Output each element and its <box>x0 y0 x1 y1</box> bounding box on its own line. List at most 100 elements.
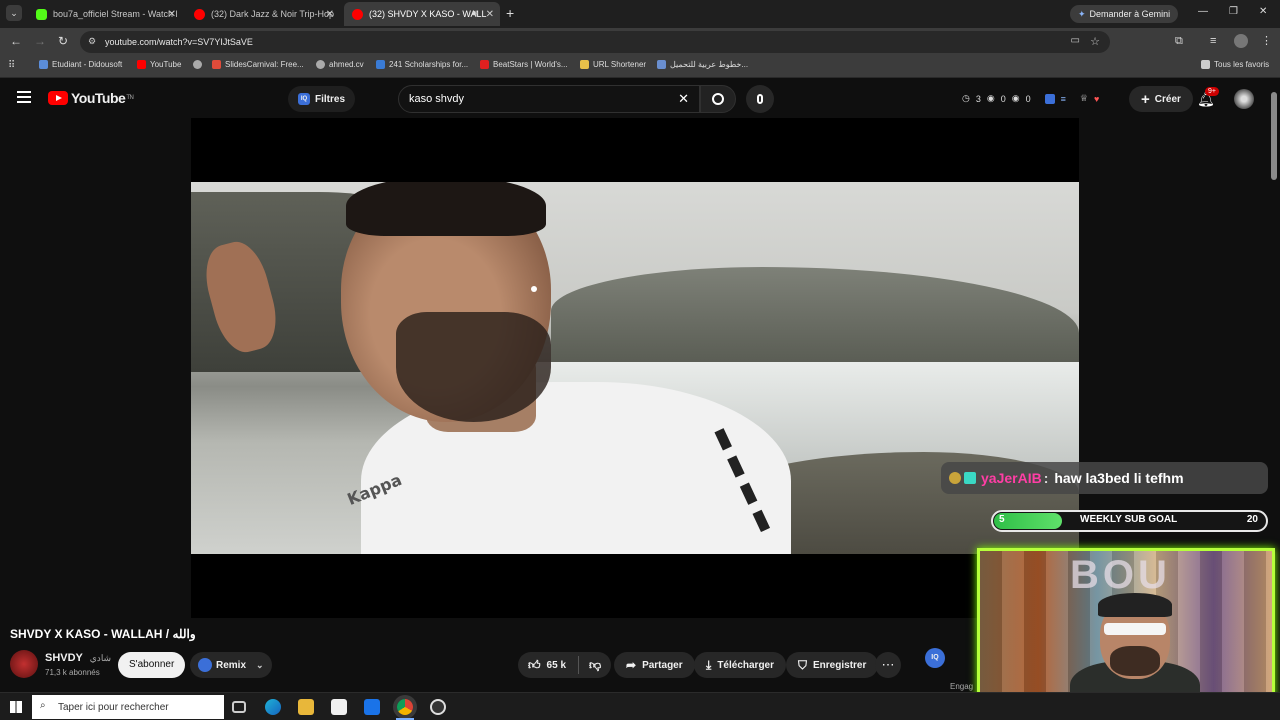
thumbs-down-icon[interactable]: 👎︎ <box>589 658 601 673</box>
side-panel-iq-icon[interactable]: IQ <box>925 648 945 668</box>
globe-icon <box>316 60 325 69</box>
edge-icon[interactable] <box>265 699 281 715</box>
like-button[interactable]: 👍︎ 65 k 👎︎ <box>518 652 612 678</box>
more-actions-button[interactable]: ⋯ <box>875 652 901 678</box>
bookmark-didousoft[interactable]: Etudiant - Didousoft <box>39 60 122 69</box>
address-bar-row: ← → ↻ ⚙ youtube.com/watch?v=SV7YIJtSaVE … <box>0 28 1280 56</box>
browser-tab-active[interactable]: (32) SHVDY X KASO - WALL 🔊︎ ✕ <box>344 2 500 26</box>
notification-badge: 9+ <box>1205 87 1219 96</box>
logo-country: TN <box>126 95 134 101</box>
bookmark-icon: ⛉ <box>798 657 808 672</box>
remix-button[interactable]: Remix ⌄ <box>190 652 272 678</box>
like-dislike-divider <box>578 656 580 674</box>
beatstars-icon <box>480 60 489 69</box>
search-input[interactable]: kaso shvdy ✕ <box>398 85 700 113</box>
speaker-icon[interactable]: 🔊︎ <box>472 8 478 19</box>
obs-icon[interactable] <box>430 699 446 715</box>
account-avatar[interactable] <box>1234 89 1254 109</box>
plus-icon: + <box>1141 90 1150 108</box>
download-button[interactable]: ⤓ Télécharger <box>694 652 787 678</box>
profile-avatar-icon[interactable] <box>1234 34 1248 48</box>
bookmark-label: Etudiant - Didousoft <box>52 60 123 69</box>
channel-name[interactable]: SHVDY شادي <box>45 652 111 664</box>
stat-value: 0 <box>1000 93 1006 104</box>
forward-icon[interactable]: → <box>34 34 46 48</box>
gemini-button[interactable]: ✦ Demander à Gemini <box>1070 5 1179 23</box>
sub-goal-bar: 5 WEEKLY SUB GOAL 20 <box>991 510 1268 532</box>
apps-grid-icon[interactable]: ⠿ <box>8 60 15 71</box>
video-frame: Kappa <box>191 182 1079 554</box>
taskbar-search-input[interactable]: ⌕ Taper ici pour rechercher <box>32 695 224 719</box>
close-window-icon[interactable]: ✕ <box>1259 6 1267 17</box>
mail-icon[interactable] <box>364 699 380 715</box>
search-button[interactable] <box>700 85 736 113</box>
cast-icon[interactable]: ▭ <box>1071 35 1080 46</box>
video-player[interactable]: Kappa <box>191 118 1079 618</box>
folder-icon <box>1201 60 1210 69</box>
extension-stats[interactable]: ◷ 3 ◉ 0 ◉ 0 ≡ ♕ ♥ <box>962 93 1099 104</box>
reload-icon[interactable]: ↻ <box>58 34 68 48</box>
browser-tab-bar: ⌄ bou7a_officiel Stream - Watch l ✕ (32)… <box>0 0 1280 28</box>
extensions-icon[interactable]: ⧉ <box>1175 35 1183 48</box>
store-icon[interactable] <box>331 699 347 715</box>
channel-avatar[interactable] <box>10 650 38 678</box>
goal-target: 20 <box>1246 514 1258 525</box>
subscribe-button[interactable]: S'abonner <box>118 652 186 678</box>
bookmark-scholarships[interactable]: 241 Scholarships for... <box>376 60 468 69</box>
microphone-icon <box>757 94 763 104</box>
task-view-icon[interactable] <box>232 701 246 713</box>
file-explorer-icon[interactable] <box>298 699 314 715</box>
windows-start-icon[interactable] <box>10 701 22 713</box>
close-tab-icon[interactable]: ✕ <box>326 9 334 20</box>
browser-menu-icon[interactable]: ⋮ <box>1261 34 1272 47</box>
bookmark-arabic-fonts[interactable]: خطوط عربية للتحميل... <box>657 60 748 69</box>
media-controls-icon[interactable]: ≡ <box>1210 35 1216 47</box>
bookmark-slidescarnival[interactable]: SlidesCarnival: Free... <box>193 60 304 69</box>
search-icon: ⌕ <box>40 700 46 711</box>
new-tab-icon[interactable]: + <box>506 5 514 21</box>
bookmark-ahmed[interactable]: ahmed.cv <box>316 60 364 69</box>
channel-name-text: SHVDY <box>45 652 83 664</box>
filters-label: Filtres <box>315 93 346 105</box>
iq-icon: IQ <box>298 93 310 105</box>
bookmark-label: URL Shortener <box>593 60 647 69</box>
share-button[interactable]: ➦ Partager <box>614 652 695 678</box>
chevron-down-icon[interactable]: ⌄ <box>256 660 264 671</box>
save-button[interactable]: ⛉ Enregistrer <box>786 652 879 678</box>
bookmark-folder-url[interactable]: URL Shortener <box>580 60 646 69</box>
close-tab-icon[interactable]: ✕ <box>168 9 176 20</box>
notifications-button[interactable]: 🔔︎ 9+ <box>1197 87 1219 108</box>
chrome-icon[interactable] <box>397 699 413 715</box>
tab-search-menu-icon[interactable]: ⌄ <box>6 5 22 21</box>
browser-tab-jazz[interactable]: (32) Dark Jazz & Noir Trip-Hop ✕ <box>186 2 340 26</box>
trophy-icon: ♕ <box>1079 93 1088 103</box>
url-field[interactable]: ⚙ youtube.com/watch?v=SV7YIJtSaVE ▭ ☆ <box>80 31 1110 53</box>
back-icon[interactable]: ← <box>10 34 22 48</box>
chat-username: yaJerAIB <box>981 470 1042 486</box>
page-scrollbar[interactable] <box>1271 92 1277 180</box>
create-button[interactable]: + Créer <box>1129 86 1193 112</box>
gemini-label: Demander à Gemini <box>1089 9 1171 19</box>
chat-badge-icon <box>949 472 961 484</box>
filters-button[interactable]: IQ Filtres <box>288 86 356 112</box>
restore-icon[interactable]: ❐ <box>1229 6 1238 17</box>
person-hair <box>346 182 546 236</box>
site-info-icon[interactable]: ⚙ <box>88 36 96 47</box>
clear-search-icon[interactable]: ✕ <box>678 91 689 107</box>
voice-search-button[interactable] <box>746 85 774 113</box>
thumbs-up-icon: 👍︎ <box>528 657 541 672</box>
bookmark-youtube[interactable]: YouTube <box>137 60 181 69</box>
bookmark-label: BeatStars | World's... <box>493 60 568 69</box>
minimize-icon[interactable]: — <box>1198 6 1208 17</box>
close-tab-icon[interactable]: ✕ <box>486 9 494 20</box>
hamburger-menu-icon[interactable] <box>17 91 31 103</box>
bookmark-star-icon[interactable]: ☆ <box>1090 35 1100 48</box>
youtube-logo[interactable]: YouTube TN <box>48 90 134 106</box>
all-bookmarks-folder[interactable]: Tous les favoris <box>1201 60 1269 69</box>
bookmark-beatstars[interactable]: BeatStars | World's... <box>480 60 568 69</box>
browser-tab-stream[interactable]: bou7a_officiel Stream - Watch l ✕ <box>28 2 182 26</box>
list-icon: ≡ <box>1060 93 1066 104</box>
tab-label: (32) SHVDY X KASO - WALL <box>369 9 487 19</box>
streamer-webcam: BOU <box>977 548 1275 716</box>
slidescarnival-icon <box>212 60 221 69</box>
